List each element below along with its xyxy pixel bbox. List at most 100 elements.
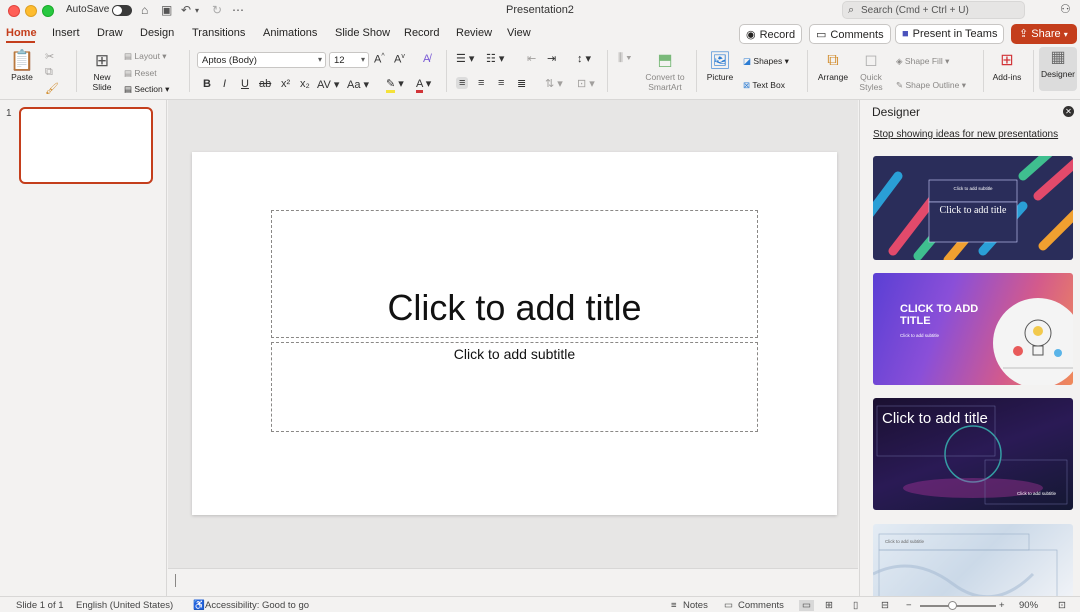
- slide-thumbnail[interactable]: [19, 107, 153, 184]
- decrease-font-size-icon[interactable]: Av: [394, 53, 405, 66]
- tab-animations[interactable]: Animations: [263, 27, 317, 39]
- align-right-icon[interactable]: ≡: [498, 77, 504, 89]
- subscript-icon[interactable]: x₂: [300, 78, 310, 90]
- strikethrough-icon[interactable]: ab: [259, 78, 271, 90]
- account-icon[interactable]: ⚇: [1060, 2, 1071, 16]
- copy-icon[interactable]: ⧉: [45, 66, 53, 79]
- share-button[interactable]: ⇪ Share ▾: [1011, 24, 1077, 44]
- comments-button[interactable]: ▭ Comments: [809, 24, 891, 44]
- reset-icon: ▤: [124, 68, 133, 78]
- tab-review[interactable]: Review: [456, 27, 492, 39]
- more-icon[interactable]: ⋯: [232, 3, 244, 17]
- tab-slide-show[interactable]: Slide Show: [335, 27, 390, 39]
- present-in-teams-button[interactable]: ■ Present in Teams: [895, 24, 1005, 44]
- decrease-indent-icon[interactable]: ⇤: [527, 52, 536, 65]
- justify-icon[interactable]: ≣: [517, 77, 526, 90]
- layout-button[interactable]: ▤ Layout ▾: [124, 51, 167, 62]
- language-indicator[interactable]: English (United States): [76, 600, 173, 611]
- convert-to-smartart-button[interactable]: ⬒ Convert to SmartArt: [642, 50, 688, 92]
- paste-button[interactable]: 📋 Paste: [8, 50, 36, 82]
- tab-transitions[interactable]: Transitions: [192, 27, 245, 39]
- reading-view-icon[interactable]: ▯: [853, 600, 858, 611]
- design-idea-1[interactable]: Click to add subtitle Click to add title: [873, 156, 1073, 260]
- title-placeholder[interactable]: Click to add title: [271, 210, 758, 338]
- minimize-window-button[interactable]: [25, 5, 37, 17]
- design-idea-4[interactable]: Click to add subtitle: [873, 524, 1073, 596]
- close-icon[interactable]: ✕: [1063, 106, 1074, 117]
- highlight-color-icon[interactable]: ✎ ▾: [386, 77, 404, 93]
- font-name-select[interactable]: Aptos (Body) ▾: [197, 52, 326, 68]
- tab-draw[interactable]: Draw: [97, 27, 123, 39]
- section-label: Section: [134, 84, 163, 94]
- undo-icon[interactable]: ↶: [181, 3, 191, 17]
- superscript-icon[interactable]: x²: [281, 78, 290, 90]
- clear-formatting-icon[interactable]: A̸: [423, 53, 430, 65]
- line-spacing-icon[interactable]: ↕ ▾: [577, 52, 591, 65]
- increase-indent-icon[interactable]: ⇥: [547, 52, 556, 65]
- record-button[interactable]: ◉ Record: [739, 24, 803, 44]
- font-color-icon[interactable]: A ▾: [416, 77, 431, 93]
- numbering-icon[interactable]: ☷ ▾: [486, 52, 504, 65]
- notes-pane[interactable]: [168, 568, 858, 596]
- character-spacing-icon[interactable]: AV ▾: [317, 78, 339, 91]
- shape-fill-button[interactable]: ◈ Shape Fill ▾: [896, 56, 949, 67]
- zoom-level[interactable]: 90%: [1019, 600, 1038, 611]
- designer-button[interactable]: ▦ Designer: [1039, 47, 1077, 91]
- new-slide-button[interactable]: ⊞ New Slide: [86, 50, 118, 92]
- maximize-window-button[interactable]: [42, 5, 54, 17]
- redo-icon[interactable]: ↻: [212, 3, 222, 17]
- stop-showing-ideas-link[interactable]: Stop showing ideas for new presentations: [873, 129, 1058, 140]
- active-tab-indicator: [6, 41, 35, 43]
- shape-outline-button[interactable]: ✎ Shape Outline ▾: [896, 80, 966, 91]
- tab-record[interactable]: Record: [404, 27, 439, 39]
- record-label: Record: [759, 29, 796, 41]
- zoom-out-icon[interactable]: −: [906, 600, 912, 611]
- arrange-button[interactable]: ⧉ Arrange: [815, 50, 851, 82]
- undo-dropdown-icon[interactable]: ▾: [195, 6, 199, 15]
- tab-insert[interactable]: Insert: [52, 27, 80, 39]
- format-painter-icon[interactable]: 🖌: [45, 82, 59, 95]
- accessibility-status[interactable]: Accessibility: Good to go: [205, 600, 309, 611]
- text-direction-icon[interactable]: ⇅ ▾: [545, 77, 563, 90]
- tab-design[interactable]: Design: [140, 27, 174, 39]
- align-center-icon[interactable]: ≡: [478, 77, 484, 89]
- shapes-button[interactable]: ◪ Shapes ▾: [743, 56, 789, 67]
- zoom-slider[interactable]: [920, 605, 996, 607]
- text-box-button[interactable]: ⊠ Text Box: [743, 80, 785, 91]
- reset-button[interactable]: ▤ Reset: [124, 68, 157, 79]
- design-idea-3[interactable]: Click to add title Click to add subtitle: [873, 398, 1073, 510]
- slide[interactable]: Click to add title Click to add subtitle: [192, 152, 837, 515]
- change-case-icon[interactable]: Aa ▾: [347, 78, 369, 91]
- quick-styles-button[interactable]: ◻ Quick Styles: [856, 50, 886, 92]
- italic-icon[interactable]: I: [223, 78, 226, 90]
- design-idea-2[interactable]: CLICK TO ADD TITLE Click to add subtitle: [873, 273, 1073, 385]
- align-text-icon[interactable]: ⊡ ▾: [577, 77, 595, 90]
- save-icon[interactable]: ▣: [161, 3, 172, 17]
- autosave-toggle[interactable]: [112, 5, 132, 16]
- home-icon[interactable]: ⌂: [141, 3, 148, 17]
- subtitle-placeholder[interactable]: Click to add subtitle: [271, 342, 758, 432]
- bold-icon[interactable]: B: [203, 78, 211, 90]
- cut-icon[interactable]: ✂: [45, 50, 54, 63]
- add-ins-button[interactable]: ⊞ Add-ins: [990, 50, 1024, 82]
- increase-font-size-icon[interactable]: A^: [374, 53, 385, 66]
- normal-view-icon[interactable]: ▭: [799, 600, 814, 611]
- section-button[interactable]: ▤ Section ▾: [124, 84, 169, 95]
- comments-status-button[interactable]: Comments: [738, 600, 784, 611]
- font-size-select[interactable]: 12 ▾: [329, 52, 369, 68]
- fit-to-window-icon[interactable]: ⊡: [1058, 600, 1066, 611]
- slideshow-icon[interactable]: ⊟: [881, 600, 889, 611]
- picture-button[interactable]: 🖼 Picture: [704, 50, 736, 82]
- zoom-in-icon[interactable]: +: [999, 600, 1005, 611]
- columns-icon[interactable]: ⫼ ▾: [618, 52, 631, 65]
- search-input[interactable]: ⌕ Search (Cmd + Ctrl + U): [842, 1, 1025, 19]
- bullets-icon[interactable]: ☰ ▾: [456, 52, 474, 65]
- zoom-slider-handle[interactable]: [948, 601, 957, 610]
- slide-sorter-icon[interactable]: ⊞: [825, 600, 833, 611]
- tab-home[interactable]: Home: [6, 27, 37, 39]
- tab-view[interactable]: View: [507, 27, 531, 39]
- close-window-button[interactable]: [8, 5, 20, 17]
- notes-button[interactable]: Notes: [683, 600, 708, 611]
- align-left-icon[interactable]: ≡: [456, 77, 469, 89]
- underline-icon[interactable]: U: [241, 78, 249, 90]
